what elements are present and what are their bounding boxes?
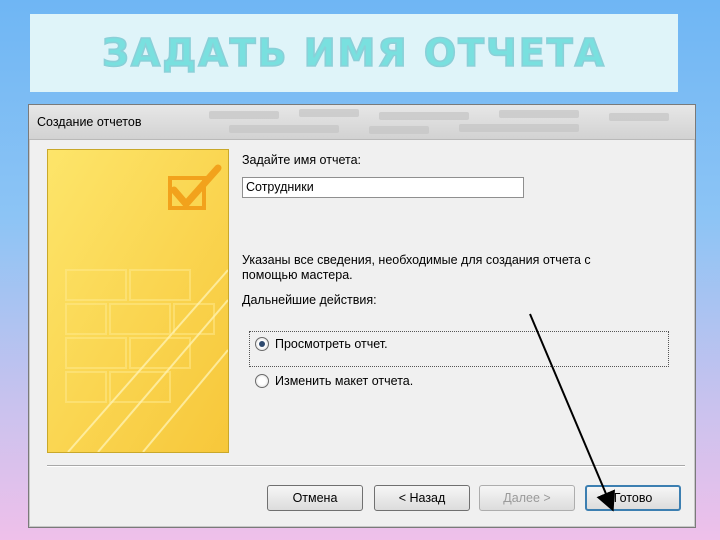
- next-actions-label: Дальнейшие действия:: [242, 293, 377, 307]
- report-wizard-dialog: Создание отчетов Задайте имя отчета: Сот…: [28, 104, 696, 528]
- finish-button[interactable]: Готово: [585, 485, 681, 511]
- slide-title: ЗАДАТЬ ИМЯ ОТЧЕТА: [101, 30, 607, 76]
- wizard-illustration: [47, 149, 229, 453]
- option-preview-label: Просмотреть отчет.: [275, 337, 388, 351]
- option-preview-report[interactable]: Просмотреть отчет.: [255, 337, 388, 351]
- report-name-field[interactable]: Сотрудники: [242, 177, 524, 198]
- dialog-title: Создание отчетов: [37, 115, 142, 129]
- back-button[interactable]: < Назад: [374, 485, 470, 511]
- option-modify-layout[interactable]: Изменить макет отчета.: [255, 374, 413, 388]
- option-modify-label: Изменить макет отчета.: [275, 374, 414, 388]
- radio-preview[interactable]: [255, 337, 269, 351]
- slide-title-band: ЗАДАТЬ ИМЯ ОТЧЕТА: [30, 14, 678, 92]
- dialog-titlebar[interactable]: Создание отчетов: [29, 105, 695, 140]
- info-text-line1: Указаны все сведения, необходимые для со…: [242, 253, 591, 267]
- button-divider: [47, 465, 685, 467]
- next-button[interactable]: Далее >: [479, 485, 575, 511]
- info-text-line2: помощью мастера.: [242, 268, 353, 282]
- radio-modify[interactable]: [255, 374, 269, 388]
- report-name-value: Сотрудники: [246, 180, 314, 194]
- report-name-prompt: Задайте имя отчета:: [242, 153, 362, 167]
- cancel-button[interactable]: Отмена: [267, 485, 363, 511]
